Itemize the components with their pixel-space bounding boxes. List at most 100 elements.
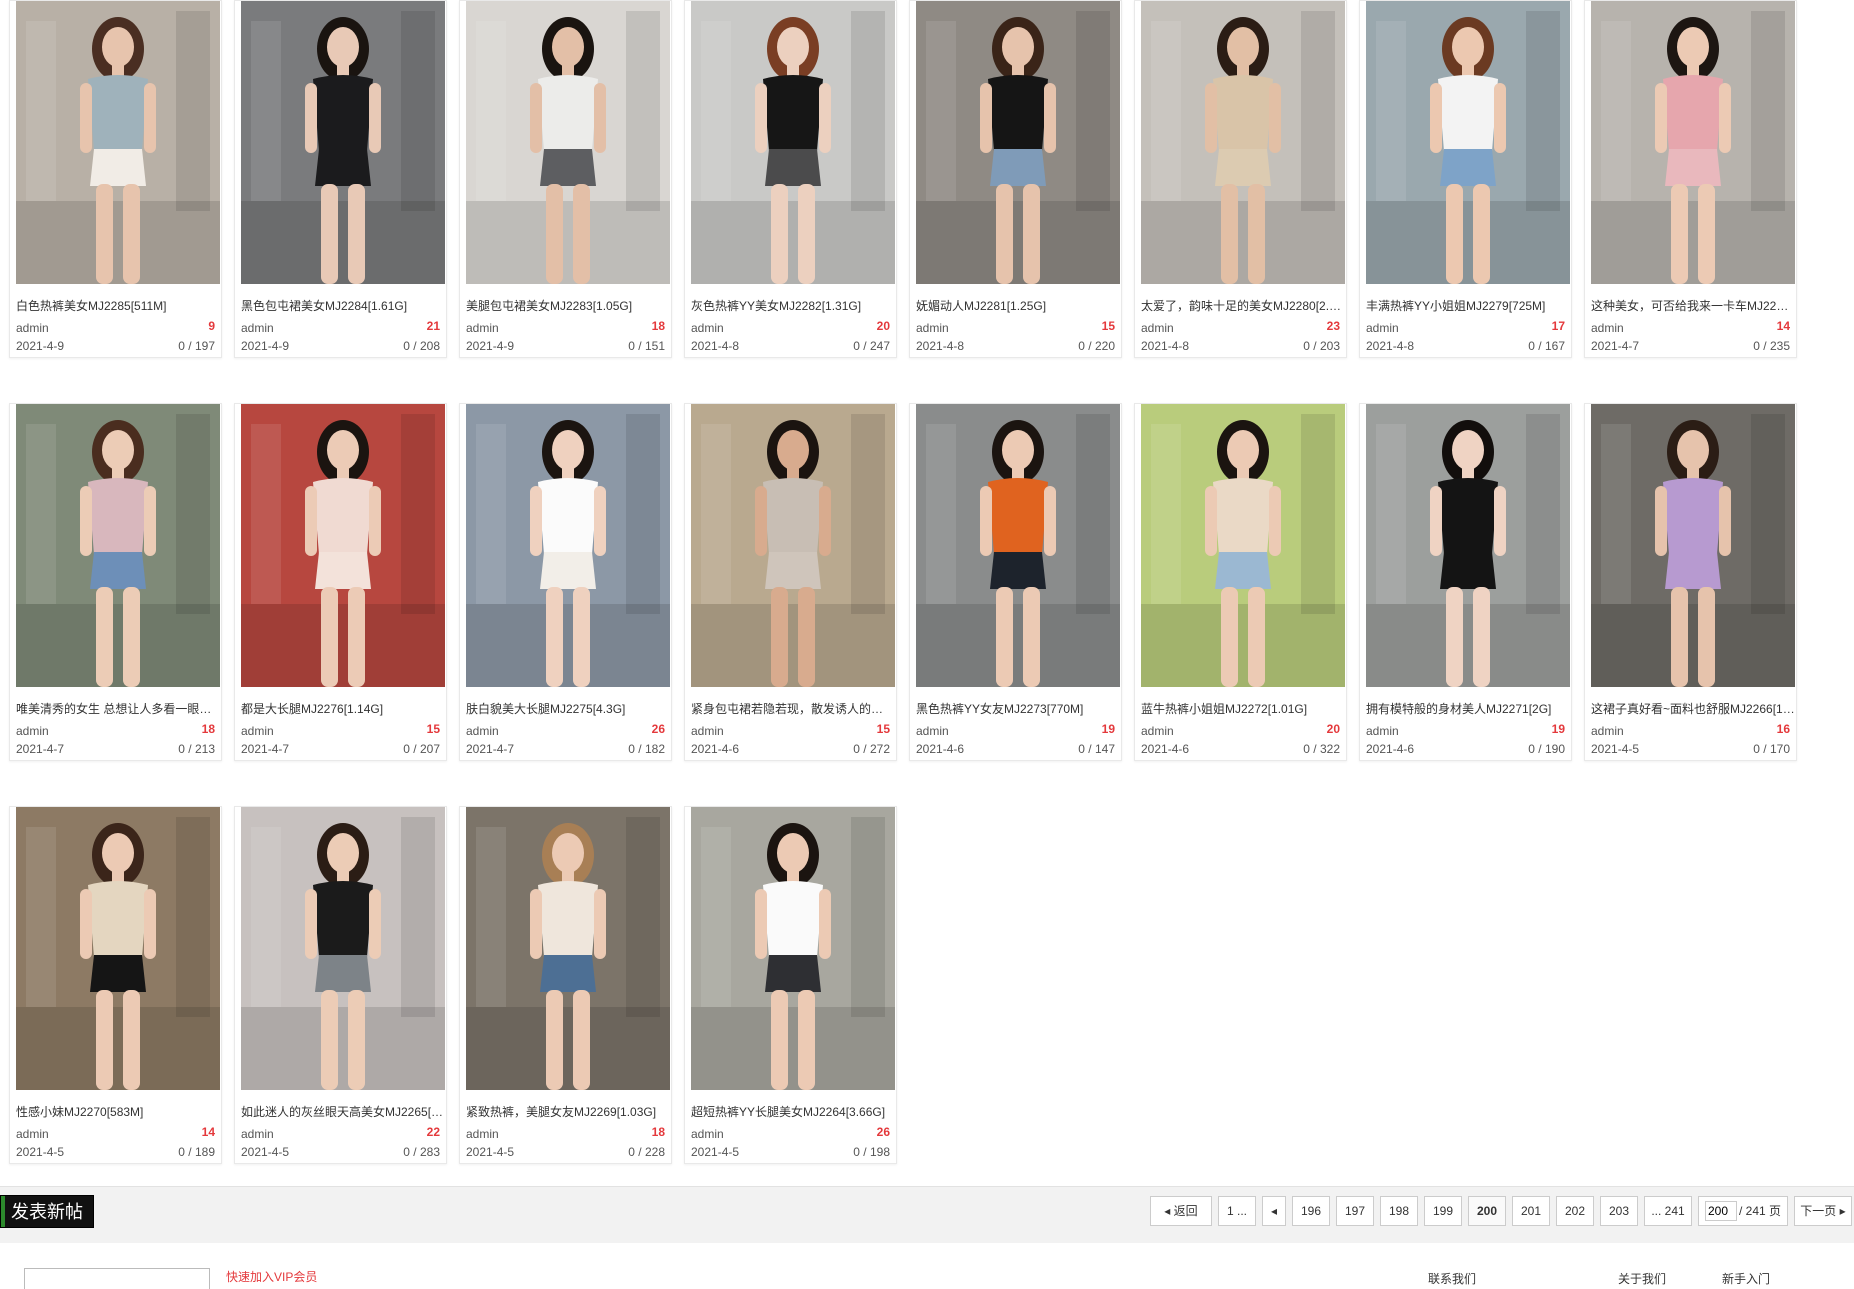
thread-author[interactable]: admin <box>916 724 949 738</box>
prev-page-button[interactable]: ◂ <box>1262 1196 1286 1226</box>
thread-author[interactable]: admin <box>241 1127 274 1141</box>
thread-title[interactable]: 都是大长腿MJ2276[1.14G] <box>241 700 445 717</box>
thread-card[interactable]: 太爱了，韵味十足的美女MJ2280[2.09G] admin 23 2021-4… <box>1134 0 1347 358</box>
thread-card[interactable]: 唯美清秀的女生 总想让人多看一眼MJ2277 admin 18 2021-4-7… <box>9 403 222 761</box>
thread-title[interactable]: 黑色包屯裙美女MJ2284[1.61G] <box>241 297 445 314</box>
thread-title[interactable]: 蓝牛热裤小姐姐MJ2272[1.01G] <box>1141 700 1345 717</box>
thread-thumbnail[interactable] <box>16 1 220 284</box>
thread-title[interactable]: 拥有模特般的身材美人MJ2271[2G] <box>1366 700 1570 717</box>
thread-author[interactable]: admin <box>1141 724 1174 738</box>
page-202[interactable]: 202 <box>1556 1196 1594 1226</box>
thread-author[interactable]: admin <box>1591 321 1624 335</box>
thread-card[interactable]: 这裙子真好看~面料也舒服MJ2266[1.02G] admin 16 2021-… <box>1584 403 1797 761</box>
thread-author[interactable]: admin <box>1366 724 1399 738</box>
thread-card[interactable]: 丰满热裤YY小姐姐MJ2279[725M] admin 17 2021-4-8 … <box>1359 0 1572 358</box>
thread-author[interactable]: admin <box>1591 724 1624 738</box>
thread-thumbnail[interactable] <box>1591 1 1795 284</box>
page-198[interactable]: 198 <box>1380 1196 1418 1226</box>
thread-title[interactable]: 白色热裤美女MJ2285[511M] <box>16 297 220 314</box>
thread-title[interactable]: 超短热裤YY长腿美女MJ2264[3.66G] <box>691 1103 895 1120</box>
thread-author[interactable]: admin <box>16 724 49 738</box>
thread-card[interactable]: 妩媚动人MJ2281[1.25G] admin 15 2021-4-8 0 / … <box>909 0 1122 358</box>
thread-thumbnail[interactable] <box>1591 404 1795 687</box>
thread-card[interactable]: 性感小妹MJ2270[583M] admin 14 2021-4-5 0 / 1… <box>9 806 222 1164</box>
thread-title[interactable]: 这裙子真好看~面料也舒服MJ2266[1.02G] <box>1591 700 1795 717</box>
page-201[interactable]: 201 <box>1512 1196 1550 1226</box>
thread-author[interactable]: admin <box>16 321 49 335</box>
thread-title[interactable]: 性感小妹MJ2270[583M] <box>16 1103 220 1120</box>
page-199[interactable]: 199 <box>1424 1196 1462 1226</box>
thread-author[interactable]: admin <box>916 321 949 335</box>
thread-thumbnail[interactable] <box>1366 404 1570 687</box>
page-196[interactable]: 196 <box>1292 1196 1330 1226</box>
photo-image <box>916 1 1120 284</box>
thread-card[interactable]: 白色热裤美女MJ2285[511M] admin 9 2021-4-9 0 / … <box>9 0 222 358</box>
thread-author[interactable]: admin <box>691 1127 724 1141</box>
thread-card[interactable]: 黑色包屯裙美女MJ2284[1.61G] admin 21 2021-4-9 0… <box>234 0 447 358</box>
thread-thumbnail[interactable] <box>241 404 445 687</box>
thread-thumbnail[interactable] <box>466 807 670 1090</box>
page-203[interactable]: 203 <box>1600 1196 1638 1226</box>
reply-view-stats: 0 / 322 <box>1303 742 1340 756</box>
thread-author[interactable]: admin <box>241 321 274 335</box>
thread-card[interactable]: 紧致热裤，美腿女友MJ2269[1.03G] admin 18 2021-4-5… <box>459 806 672 1164</box>
thread-title[interactable]: 如此迷人的灰丝眼天高美女MJ2265[1.21G] <box>241 1103 445 1120</box>
thread-card[interactable]: 蓝牛热裤小姐姐MJ2272[1.01G] admin 20 2021-4-6 0… <box>1134 403 1347 761</box>
thread-thumbnail[interactable] <box>466 404 670 687</box>
thread-author[interactable]: admin <box>691 724 724 738</box>
thread-thumbnail[interactable] <box>916 1 1120 284</box>
page-first[interactable]: 1 ... <box>1218 1196 1256 1226</box>
thread-card[interactable]: 黑色热裤YY女友MJ2273[770M] admin 19 2021-4-6 0… <box>909 403 1122 761</box>
thread-title[interactable]: 太爱了，韵味十足的美女MJ2280[2.09G] <box>1141 297 1345 314</box>
thread-thumbnail[interactable] <box>241 1 445 284</box>
thread-thumbnail[interactable] <box>691 404 895 687</box>
thread-title[interactable]: 肤白貌美大长腿MJ2275[4.3G] <box>466 700 670 717</box>
thread-author[interactable]: admin <box>1366 321 1399 335</box>
thread-card[interactable]: 肤白貌美大长腿MJ2275[4.3G] admin 26 2021-4-7 0 … <box>459 403 672 761</box>
back-button[interactable]: ◂ 返回 <box>1150 1196 1212 1226</box>
thread-author[interactable]: admin <box>466 724 499 738</box>
thread-card[interactable]: 如此迷人的灰丝眼天高美女MJ2265[1.21G] admin 22 2021-… <box>234 806 447 1164</box>
thread-title[interactable]: 唯美清秀的女生 总想让人多看一眼MJ2277 <box>16 700 220 717</box>
thread-title[interactable]: 美腿包屯裙美女MJ2283[1.05G] <box>466 297 670 314</box>
thread-card[interactable]: 都是大长腿MJ2276[1.14G] admin 15 2021-4-7 0 /… <box>234 403 447 761</box>
thread-title[interactable]: 灰色热裤YY美女MJ2282[1.31G] <box>691 297 895 314</box>
thread-card[interactable]: 这种美女，可否给我来一卡车MJ2278[1.11G] admin 14 2021… <box>1584 0 1797 358</box>
about-link[interactable]: 关于我们 <box>1618 1270 1666 1287</box>
thread-title[interactable]: 这种美女，可否给我来一卡车MJ2278[1.11G] <box>1591 297 1795 314</box>
thread-title[interactable]: 丰满热裤YY小姐姐MJ2279[725M] <box>1366 297 1570 314</box>
page-last[interactable]: ... 241 <box>1644 1196 1692 1226</box>
thread-author[interactable]: admin <box>1141 321 1174 335</box>
thread-title[interactable]: 黑色热裤YY女友MJ2273[770M] <box>916 700 1120 717</box>
thread-title[interactable]: 紧身包屯裙若隐若现，散发诱人的味道MJ2274 <box>691 700 895 717</box>
thread-card[interactable]: 紧身包屯裙若隐若现，散发诱人的味道MJ2274 admin 15 2021-4-… <box>684 403 897 761</box>
thread-thumbnail[interactable] <box>1141 404 1345 687</box>
thread-thumbnail[interactable] <box>241 807 445 1090</box>
thread-thumbnail[interactable] <box>691 1 895 284</box>
thread-card[interactable]: 拥有模特般的身材美人MJ2271[2G] admin 19 2021-4-6 0… <box>1359 403 1572 761</box>
thread-thumbnail[interactable] <box>1366 1 1570 284</box>
thread-author[interactable]: admin <box>16 1127 49 1141</box>
thread-title[interactable]: 紧致热裤，美腿女友MJ2269[1.03G] <box>466 1103 670 1120</box>
thread-card[interactable]: 灰色热裤YY美女MJ2282[1.31G] admin 20 2021-4-8 … <box>684 0 897 358</box>
thread-thumbnail[interactable] <box>916 404 1120 687</box>
thread-title[interactable]: 妩媚动人MJ2281[1.25G] <box>916 297 1120 314</box>
newbie-link[interactable]: 新手入门 <box>1722 1270 1770 1287</box>
thread-thumbnail[interactable] <box>16 404 220 687</box>
thread-author[interactable]: admin <box>691 321 724 335</box>
thread-card[interactable]: 美腿包屯裙美女MJ2283[1.05G] admin 18 2021-4-9 0… <box>459 0 672 358</box>
thread-thumbnail[interactable] <box>691 807 895 1090</box>
thread-thumbnail[interactable] <box>1141 1 1345 284</box>
new-post-button[interactable]: 发表新帖 <box>0 1195 94 1228</box>
thread-author[interactable]: admin <box>466 1127 499 1141</box>
contact-link[interactable]: 联系我们 <box>1428 1270 1476 1287</box>
thread-thumbnail[interactable] <box>16 807 220 1090</box>
thread-author[interactable]: admin <box>466 321 499 335</box>
next-page-button[interactable]: 下一页 ▸ <box>1794 1196 1852 1226</box>
thread-thumbnail[interactable] <box>466 1 670 284</box>
thread-author[interactable]: admin <box>241 724 274 738</box>
pagination: ◂ 返回 1 ... ◂ 196 197 198 199 200 201 202… <box>1150 1196 1854 1226</box>
page-197[interactable]: 197 <box>1336 1196 1374 1226</box>
thread-card[interactable]: 超短热裤YY长腿美女MJ2264[3.66G] admin 26 2021-4-… <box>684 806 897 1164</box>
page-jump-input[interactable] <box>1705 1201 1737 1221</box>
